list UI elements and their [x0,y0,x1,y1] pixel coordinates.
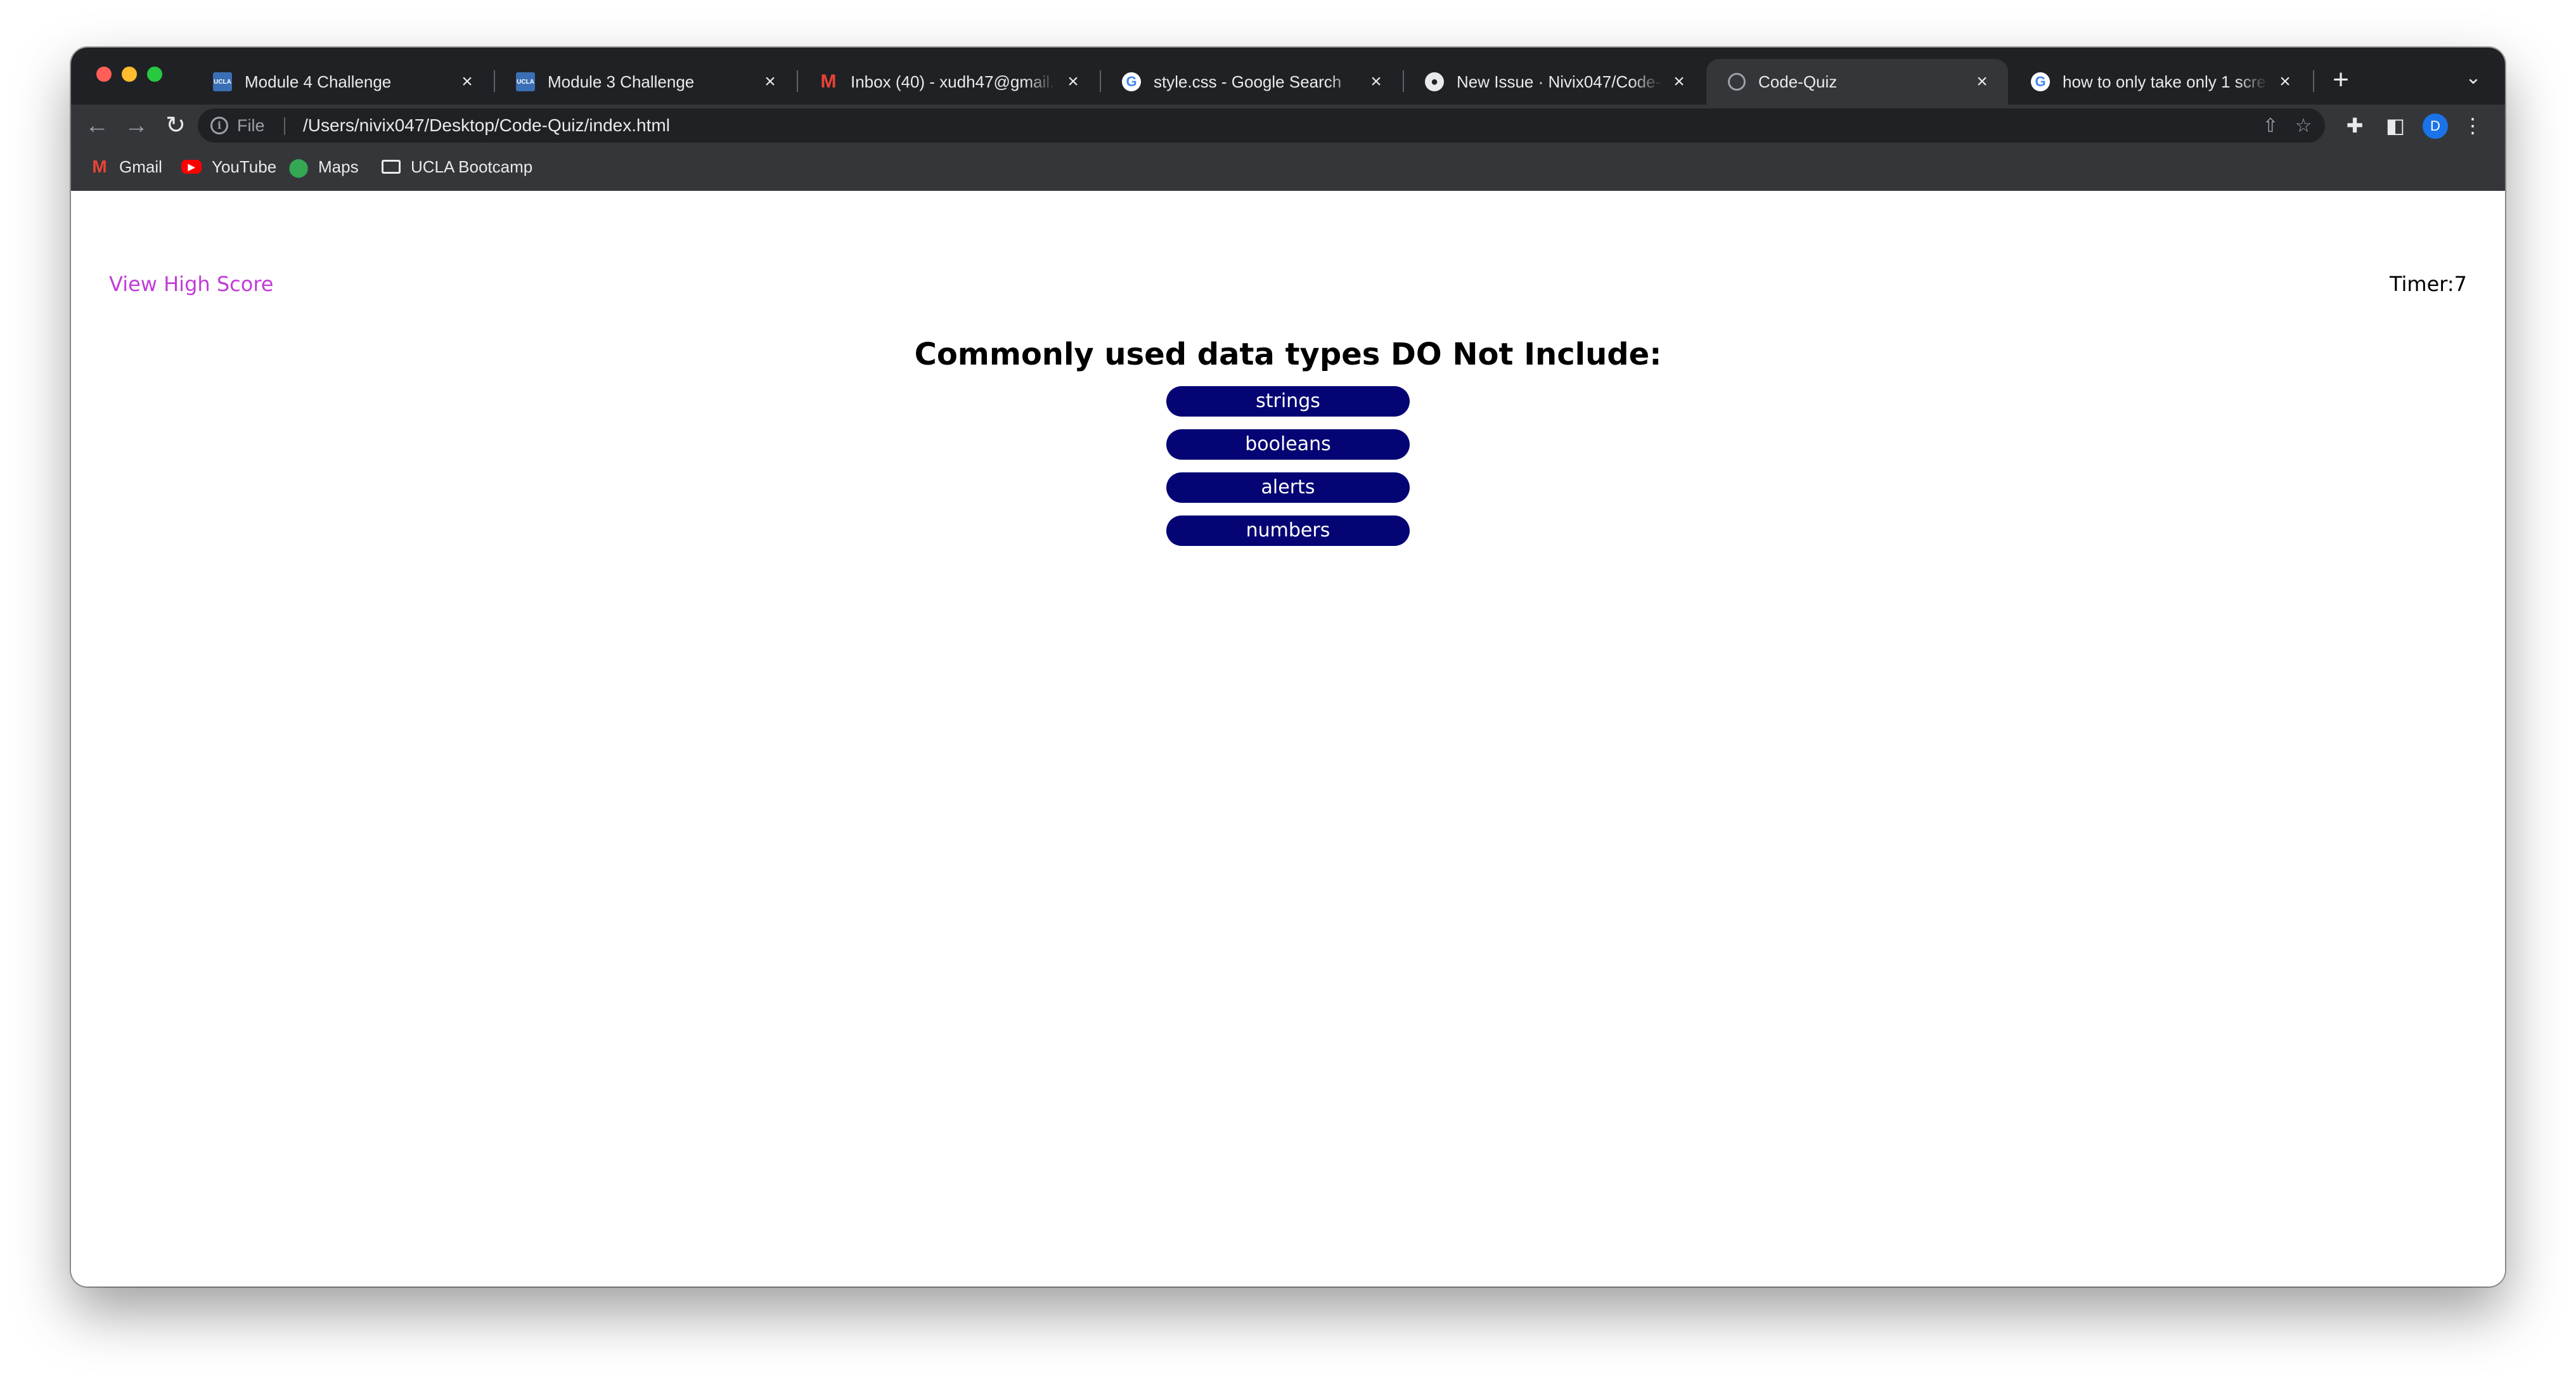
url-text[interactable]: /Users/nivix047/Desktop/Code-Quiz/index.… [303,108,670,143]
tab-google-screenshot[interactable]: G how to only take only 1 screenshot × [2009,59,2311,105]
kebab-menu-icon[interactable]: ⋮ [2458,111,2487,140]
view-high-score-link[interactable]: View High Score [109,272,273,296]
tab-title: style.css - Google Search [1154,72,1342,91]
question-title: Commonly used data types DO Not Include: [914,337,1662,372]
chevron-down-icon[interactable]: ⌄ [2461,65,2486,91]
close-tab-icon[interactable]: × [1064,71,1083,93]
bookmark-star-icon[interactable]: ☆ [2291,113,2316,139]
tab-title: Inbox (40) - xudh47@gmail.com [851,72,1056,91]
close-tab-icon[interactable]: × [1367,71,1386,93]
address-bar[interactable]: i File /Users/nivix047/Desktop/Code-Quiz… [198,108,2325,143]
tab-code-quiz[interactable]: Code-Quiz × [1706,59,2008,105]
timer-display: Timer:7 [2389,272,2467,296]
tab-title: Code-Quiz [1758,72,1838,91]
ucla-icon: UCLA [516,72,535,91]
tab-strip: UCLA Module 4 Challenge × UCLA Module 3 … [71,48,2505,105]
bookmark-maps[interactable]: ⬤ Maps [288,153,359,181]
tab-title: Module 4 Challenge [245,72,392,91]
browser-toolbar: ← → ↻ i File /Users/nivix047/Desktop/Cod… [71,105,2505,146]
close-tab-icon[interactable]: × [761,71,780,93]
close-tab-icon[interactable]: × [458,71,477,93]
tab-title: Module 3 Challenge [548,72,695,91]
tab-module-4[interactable]: UCLA Module 4 Challenge × [191,59,493,105]
maps-pin-icon: ⬤ [288,157,309,177]
screenshot-stage: UCLA Module 4 Challenge × UCLA Module 3 … [0,0,2576,1381]
side-panel-icon[interactable]: ◧ [2381,111,2410,140]
page-content: View High Score Timer:7 Commonly used da… [71,191,2505,1287]
forward-arrow-icon[interactable]: → [120,110,152,141]
close-tab-icon[interactable]: × [2276,71,2295,93]
bookmarks-bar: M Gmail ▶ YouTube ⬤ Maps UCLA Bootcamp [71,146,2505,191]
tab-github-issue[interactable]: ● New Issue · Nivix047/Code-Quiz × [1403,59,1705,105]
gmail-icon: M [820,71,837,92]
folder-icon [382,160,401,174]
tab-title: how to only take only 1 screenshot [2063,72,2268,91]
close-tab-icon[interactable]: × [1670,71,1689,93]
ucla-icon: UCLA [213,72,232,91]
bookmark-label: Gmail [119,157,162,176]
maximize-window-button[interactable] [147,67,162,82]
bookmark-label: UCLA Bootcamp [411,157,533,176]
globe-icon [1728,73,1746,91]
extensions-puzzle-icon[interactable]: ✚ [2340,111,2369,140]
answer-choices: strings booleans alerts numbers [1166,386,1410,559]
address-separator [284,117,285,135]
bookmark-label: Maps [318,157,359,176]
github-icon: ● [1425,72,1444,91]
close-tab-icon[interactable]: × [1973,71,1992,93]
info-icon[interactable]: i [210,117,228,134]
tab-title: New Issue · Nivix047/Code-Quiz [1457,72,1662,91]
close-window-button[interactable] [96,67,112,82]
minimize-window-button[interactable] [122,67,137,82]
new-tab-button[interactable]: + [2325,64,2357,96]
tab-module-3[interactable]: UCLA Module 3 Challenge × [494,59,796,105]
youtube-icon: ▶ [181,160,202,174]
google-icon: G [1122,72,1141,91]
scheme-label: File [237,116,265,135]
bookmark-label: YouTube [212,157,277,176]
browser-window: UCLA Module 4 Challenge × UCLA Module 3 … [71,48,2505,1287]
tab-gmail-inbox[interactable]: M Inbox (40) - xudh47@gmail.com × [797,59,1099,105]
bookmark-gmail[interactable]: M Gmail [90,153,162,181]
answer-button-alerts[interactable]: alerts [1166,472,1410,503]
answer-button-numbers[interactable]: numbers [1166,515,1410,546]
tab-separator [2313,70,2314,92]
answer-button-strings[interactable]: strings [1166,386,1410,417]
bookmark-folder-ucla[interactable]: UCLA Bootcamp [382,153,532,181]
gmail-icon: M [92,157,107,176]
reload-icon[interactable]: ↻ [160,110,191,141]
profile-avatar[interactable]: D [2423,113,2448,139]
share-icon[interactable]: ⇧ [2258,113,2283,139]
back-arrow-icon[interactable]: ← [81,110,113,141]
answer-button-booleans[interactable]: booleans [1166,429,1410,460]
tab-google-search[interactable]: G style.css - Google Search × [1100,59,1402,105]
bookmark-youtube[interactable]: ▶ YouTube [181,153,276,181]
google-icon: G [2031,72,2050,91]
